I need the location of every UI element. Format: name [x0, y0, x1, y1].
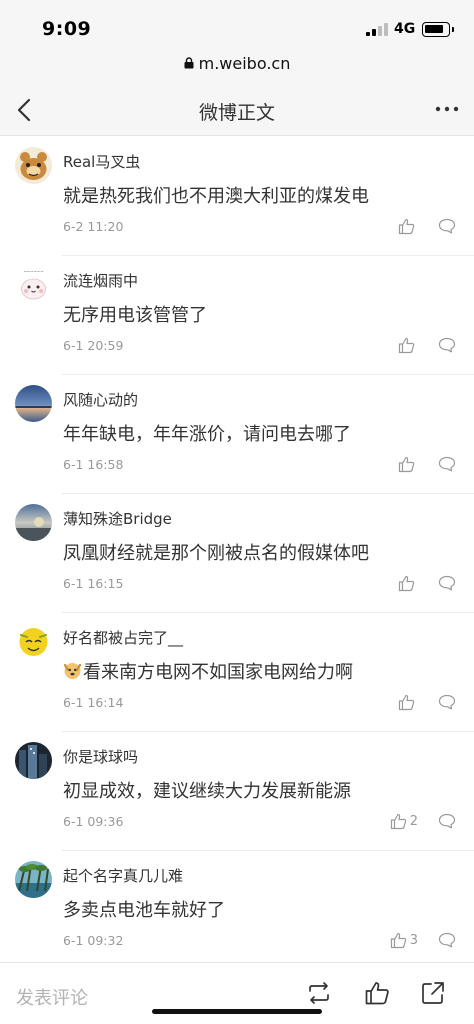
thumbs-up-icon: [398, 456, 415, 472]
comment-text: 无序用电该管管了: [63, 305, 207, 326]
thumbs-up-icon[interactable]: [364, 980, 390, 1006]
comment-compose-input[interactable]: 发表评论: [16, 984, 88, 1010]
url-bar[interactable]: m.weibo.cn: [0, 54, 474, 82]
reply-icon[interactable]: [438, 694, 456, 710]
avatar[interactable]: [15, 742, 52, 779]
avatar[interactable]: [15, 504, 52, 541]
thumbs-up-icon: [398, 337, 415, 353]
reply-icon[interactable]: [438, 337, 456, 353]
comment-username[interactable]: 流连烟雨中: [63, 270, 138, 291]
comment-item: 风随心动的 年年缺电，年年涨价，请问电去哪了 6-1 16:58: [0, 375, 474, 494]
comment-text: 就是热死我们也不用澳大利亚的煤发电: [63, 186, 369, 207]
avatar[interactable]: ~~~~~~: [15, 266, 52, 303]
like-button[interactable]: [398, 693, 418, 711]
comment-username[interactable]: 薄知殊途Bridge: [63, 508, 172, 529]
avatar[interactable]: [15, 147, 52, 184]
comment-text: 凤凰财经就是那个刚被点名的假媒体吧: [63, 543, 369, 564]
like-button[interactable]: [398, 574, 418, 592]
comment-item: ~~~~~~ 流连烟雨中 无序用电该管管了 6-1 20:59: [0, 256, 474, 375]
thumbs-up-icon: [398, 575, 415, 591]
like-button[interactable]: [398, 217, 418, 235]
comment-time: 6-1 09:36: [63, 814, 124, 829]
avatar[interactable]: [15, 861, 52, 898]
reply-icon[interactable]: [438, 575, 456, 591]
comment-time: 6-1 09:32: [63, 933, 124, 948]
signal-icon: [366, 22, 388, 36]
share-icon[interactable]: [420, 980, 446, 1006]
reply-icon[interactable]: [438, 932, 456, 948]
comment-text-with-emoji: 看来南方电网不如国家电网给力啊: [63, 658, 353, 684]
like-count: 2: [409, 813, 418, 829]
reply-icon[interactable]: [438, 813, 456, 829]
home-indicator: [152, 1009, 322, 1014]
avatar[interactable]: [15, 623, 52, 660]
comment-time: 6-1 16:58: [63, 457, 124, 472]
browser-chrome: 9:09 4G m.weibo.cn: [0, 0, 474, 84]
bottom-action-bar: 发表评论: [0, 962, 474, 1024]
url-text: m.weibo.cn: [198, 54, 291, 73]
thumbs-up-icon: [398, 218, 415, 234]
comment-time: 6-1 16:14: [63, 695, 124, 710]
page-title: 微博正文: [198, 102, 275, 124]
like-button[interactable]: [398, 455, 418, 473]
like-button[interactable]: [398, 336, 418, 354]
svg-text:~~~~~~: ~~~~~~: [23, 269, 43, 274]
comment-list: Real马叉虫 就是热死我们也不用澳大利亚的煤发电 6-2 11:20 ~~~~…: [0, 137, 474, 970]
like-button[interactable]: 2: [390, 812, 418, 830]
thumbs-up-icon: [390, 932, 406, 948]
nav-header: 微博正文: [0, 84, 474, 136]
comment-item: 薄知殊途Bridge 凤凰财经就是那个刚被点名的假媒体吧 6-1 16:15: [0, 494, 474, 613]
network-label: 4G: [394, 21, 416, 37]
comment-item: 你是球球吗 初显成效，建议继续大力发展新能源 6-1 09:36 2: [0, 732, 474, 851]
reply-icon[interactable]: [438, 456, 456, 472]
lock-icon: [184, 57, 194, 69]
status-time: 9:09: [42, 18, 92, 40]
status-bar: 9:09 4G: [0, 0, 474, 56]
comment-time: 6-1 16:15: [63, 576, 124, 591]
comment-time: 6-2 11:20: [63, 219, 124, 234]
comment-username[interactable]: Real马叉虫: [63, 151, 140, 172]
like-button[interactable]: 3: [390, 931, 418, 949]
comment-item: 好名都被占完了__ 看来南方电网不如国家电网给力啊 6-1 16:14: [0, 613, 474, 732]
comment-username[interactable]: 好名都被占完了__: [63, 627, 183, 648]
thumbs-up-icon: [398, 694, 415, 710]
comment-username[interactable]: 你是球球吗: [63, 746, 138, 767]
more-options-icon[interactable]: [434, 102, 460, 116]
thumbs-up-icon: [390, 813, 406, 829]
comment-username[interactable]: 风随心动的: [63, 389, 138, 410]
like-count: 3: [409, 932, 418, 948]
comment-text: 初显成效，建议继续大力发展新能源: [63, 781, 351, 802]
comment-text: 看来南方电网不如国家电网给力啊: [83, 662, 353, 683]
dog-face-emoji-icon: [63, 663, 82, 679]
repost-icon[interactable]: [306, 980, 332, 1006]
comment-text: 年年缺电，年年涨价，请问电去哪了: [63, 424, 351, 445]
comment-item: Real马叉虫 就是热死我们也不用澳大利亚的煤发电 6-2 11:20: [0, 137, 474, 256]
reply-icon[interactable]: [438, 218, 456, 234]
avatar[interactable]: [15, 385, 52, 422]
comment-item: 起个名字真几儿难 多卖点电池车就好了 6-1 09:32 3: [0, 851, 474, 970]
comment-username[interactable]: 起个名字真几儿难: [63, 865, 183, 886]
comment-time: 6-1 20:59: [63, 338, 124, 353]
battery-icon: [422, 22, 454, 37]
comment-text: 多卖点电池车就好了: [63, 900, 225, 921]
